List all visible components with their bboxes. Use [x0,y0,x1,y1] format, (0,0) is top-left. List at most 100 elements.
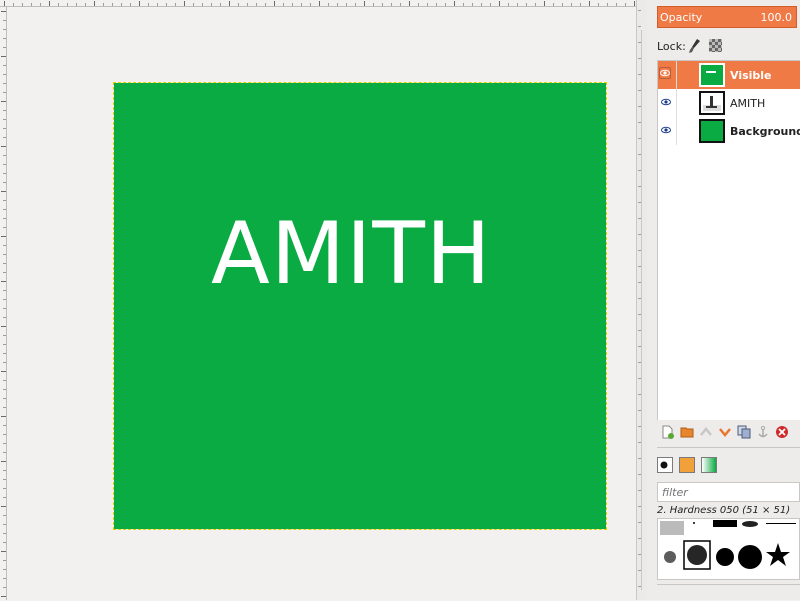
brush-thumbnails-icon[interactable] [658,519,799,579]
ruler-tick [3,425,6,426]
new-layer-icon[interactable] [661,424,675,439]
lock-alpha-checker-icon[interactable] [709,39,722,52]
layer-row-visible[interactable]: Visible [658,61,800,89]
ruler-tick [319,1,320,6]
ruler-tick [3,137,6,138]
layer-name-visible[interactable]: Visible [730,69,772,82]
duplicate-layer-icon[interactable] [737,424,751,439]
scroll-grip-dot [638,346,641,347]
ruler-tick [49,1,50,6]
ruler-tick [3,479,6,480]
ruler-tick [364,1,365,6]
delete-layer-icon[interactable] [775,424,789,438]
canvas-area[interactable]: AMITH [7,7,636,600]
canvas-vertical-scrollbar[interactable] [636,0,647,600]
ruler-tick [3,83,6,84]
patterns-tab-icon[interactable] [679,457,695,473]
ruler-tick [3,569,6,570]
layer-row-amith[interactable]: AMITH [658,89,800,117]
ruler-tick [3,245,6,246]
scroll-grip-dot [638,234,641,235]
opacity-value: 100.0 [760,11,793,24]
image-canvas[interactable]: AMITH [113,82,607,530]
brush-grid[interactable] [657,518,800,580]
ruler-tick [3,398,6,399]
ruler-tick [3,380,6,381]
ruler-tick [373,3,374,6]
ruler-tick [1,11,6,12]
layer-visibility-eye-icon[interactable] [661,126,671,134]
lower-layer-icon[interactable] [718,424,732,438]
layers-list[interactable]: Visible AMITH Background [657,60,800,421]
layer-row-background[interactable]: Background [658,117,800,145]
layer-chain-slot[interactable] [676,117,677,145]
raise-layer-icon[interactable] [699,424,713,438]
ruler-tick [247,3,248,6]
ruler-tick [1,371,6,372]
lock-pixels-brush-icon[interactable] [687,38,701,54]
ruler-tick [346,3,347,6]
layer-name-background[interactable]: Background [730,125,800,138]
ruler-tick [4,1,5,6]
ruler-tick [427,3,428,6]
ruler-tick [3,335,6,336]
ruler-tick [256,3,257,6]
ruler-tick [40,3,41,6]
scroll-grip-dot [638,74,641,75]
ruler-tick [454,1,455,6]
ruler-tick [3,524,6,525]
layer-visibility-eye-icon[interactable] [661,98,671,106]
ruler-tick [3,38,6,39]
ruler-tick [3,308,6,309]
panel-divider[interactable] [657,447,800,450]
ruler-tick [616,3,617,6]
horizontal-ruler[interactable] [0,0,636,7]
layer-chain-slot[interactable] [676,89,677,117]
ruler-tick [202,3,203,6]
ruler-tick [517,3,518,6]
ruler-tick [535,3,536,6]
opacity-slider[interactable]: Opacity 100.0 [657,6,797,28]
layer-name-amith[interactable]: AMITH [730,97,765,110]
ruler-tick [607,3,608,6]
ruler-tick [472,3,473,6]
ruler-tick [1,56,6,57]
right-dock: Opacity 100.0 Lock: Visible AMITH Backgr… [647,0,800,600]
gradients-tab-icon[interactable] [701,457,717,473]
ruler-tick [3,290,6,291]
ruler-tick [418,3,419,6]
ruler-tick [3,515,6,516]
scroll-grip-dot [638,266,641,267]
scroll-grip-dot [638,458,641,459]
scroll-grip-dot [638,10,641,11]
scroll-grip-dot [638,58,641,59]
ruler-tick [184,1,185,6]
vertical-ruler[interactable] [0,7,7,600]
ruler-tick [310,3,311,6]
scroll-grip-dot [638,186,641,187]
ruler-tick [3,443,6,444]
ruler-tick [544,1,545,6]
ruler-tick [148,3,149,6]
layer-thumbnail-background [699,119,725,143]
scroll-grip-dot [638,506,641,507]
ruler-tick [481,3,482,6]
ruler-tick [436,3,437,6]
scroll-track [641,30,642,590]
brush-filter-input[interactable] [657,482,800,502]
ruler-tick [193,3,194,6]
ruler-tick [625,3,626,6]
ruler-tick [103,3,104,6]
anchor-layer-icon[interactable] [756,424,770,438]
ruler-tick [562,3,563,6]
new-layer-group-icon[interactable] [680,424,694,438]
ruler-tick [355,3,356,6]
ruler-tick [292,3,293,6]
layer-chain-slot[interactable] [676,61,677,89]
ruler-tick [220,3,221,6]
layer-visibility-eye-icon[interactable] [659,67,671,79]
ruler-tick [3,65,6,66]
text-layer-thumbnail-icon [699,91,725,115]
ruler-tick [265,3,266,6]
brushes-tab-icon[interactable] [657,457,673,473]
